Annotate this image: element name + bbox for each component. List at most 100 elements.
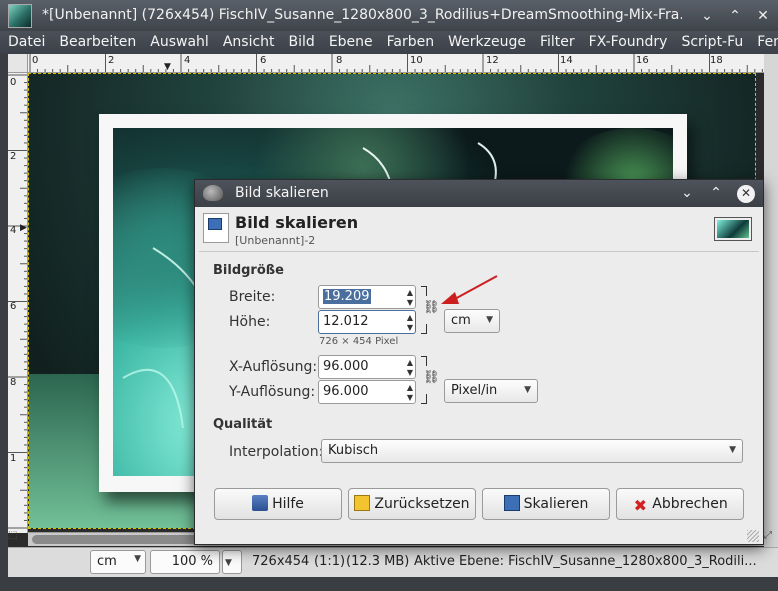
- ruler-label: 12: [486, 55, 499, 66]
- status-active-layer: Aktive Ebene: FischIV_Susanne_1280x800_3…: [414, 554, 757, 569]
- spin-down-icon[interactable]: ▼: [407, 393, 413, 402]
- unit-value: cm: [97, 554, 117, 569]
- chevron-down-icon: ▼: [729, 445, 736, 455]
- spin-down-icon[interactable]: ▼: [407, 298, 413, 307]
- interpolation-dropdown[interactable]: Kubisch ▼: [321, 439, 743, 463]
- quick-mask-toggle-icon[interactable]: [8, 54, 28, 73]
- spin-down-icon[interactable]: ▼: [407, 368, 413, 377]
- resize-grip[interactable]: [747, 530, 759, 542]
- menu-farben[interactable]: Farben: [379, 31, 440, 50]
- dialog-maximize-icon[interactable]: ⌃: [706, 183, 726, 203]
- zoom-follow-icon[interactable]: ⤢: [764, 530, 772, 541]
- ruler-label: 2: [108, 55, 115, 66]
- close-icon[interactable]: ✕: [752, 5, 774, 27]
- help-icon: [252, 495, 269, 511]
- dialog-title: Bild skalieren: [235, 185, 329, 201]
- chain-link-icon[interactable]: ⛓: [421, 356, 440, 404]
- ruler-label: 1: [10, 453, 17, 464]
- height-input[interactable]: 12.012 ▲ ▼: [318, 310, 416, 334]
- minimize-icon[interactable]: ⌄: [696, 5, 718, 27]
- scale-image-dialog: Bild skalieren ⌄ ⌃ ✕ Bild skalieren [Unb…: [194, 179, 764, 545]
- interpolation-label: Interpolation:: [229, 444, 324, 460]
- zoom-input[interactable]: 100 %: [150, 550, 220, 574]
- menu-datei[interactable]: Datei: [0, 31, 51, 50]
- help-button[interactable]: Hilfe: [214, 488, 342, 520]
- reset-button-label: Zurücksetzen: [374, 496, 470, 512]
- menu-fx-foundry[interactable]: FX-Foundry: [581, 31, 674, 50]
- ruler-pointer-icon: ▶: [20, 223, 27, 233]
- ruler-label: 2: [10, 151, 17, 162]
- chevron-down-icon: ▼: [486, 315, 493, 325]
- width-label: Breite:: [229, 289, 276, 305]
- cancel-x-icon: ✖: [633, 496, 647, 515]
- width-input[interactable]: 19.209 ▲ ▼: [318, 285, 416, 309]
- menu-bild[interactable]: Bild: [281, 31, 321, 50]
- spin-up-icon[interactable]: ▲: [407, 288, 413, 297]
- section-quality: Qualität: [213, 417, 273, 432]
- navigate-icon[interactable]: ⬚: [8, 530, 17, 541]
- dialog-close-icon[interactable]: ✕: [737, 185, 755, 203]
- y-resolution-input[interactable]: 96.000 ▲ ▼: [318, 380, 416, 404]
- window-title: *[Unbenannt] (726x454) FischIV_Susanne_1…: [42, 7, 682, 23]
- reset-button[interactable]: Zurücksetzen: [348, 488, 476, 520]
- maximize-icon[interactable]: ⌃: [724, 5, 746, 27]
- menu-ebene[interactable]: Ebene: [321, 31, 379, 50]
- ruler-label: 14: [560, 55, 573, 66]
- ruler-label: 6: [10, 301, 17, 312]
- ruler-pointer-icon: ▼: [164, 62, 171, 72]
- cancel-button[interactable]: ✖ Abbrechen: [616, 488, 744, 520]
- menu-bearbeiten[interactable]: Bearbeiten: [51, 31, 142, 50]
- menu-auswahl[interactable]: Auswahl: [142, 31, 215, 50]
- menu-ansicht[interactable]: Ansicht: [215, 31, 281, 50]
- zoom-dropdown-button[interactable]: ▼: [222, 550, 242, 574]
- ruler-ticks-horizontal: [29, 54, 763, 72]
- unit-selector[interactable]: cm ▼: [90, 550, 146, 574]
- spin-down-icon[interactable]: ▼: [407, 323, 413, 332]
- menu-filter[interactable]: Filter: [532, 31, 581, 50]
- scale-button[interactable]: Skalieren: [482, 488, 610, 520]
- size-unit-value: cm: [451, 313, 471, 328]
- ruler-label: 0: [32, 55, 39, 66]
- scale-icon: [503, 495, 520, 511]
- height-label: Höhe:: [229, 314, 271, 330]
- spin-up-icon[interactable]: ▲: [407, 358, 413, 367]
- ruler-label: 8: [10, 377, 17, 388]
- help-button-label: Hilfe: [272, 496, 304, 512]
- menu-script-fu[interactable]: Script-Fu: [673, 31, 749, 50]
- dialog-minimize-icon[interactable]: ⌄: [677, 183, 697, 203]
- chevron-down-icon: ▼: [524, 385, 531, 395]
- gimp-wilber-icon: [203, 185, 223, 201]
- window-titlebar[interactable]: *[Unbenannt] (726x454) FischIV_Susanne_1…: [0, 0, 778, 31]
- resolution-unit-dropdown[interactable]: Pixel/in ▼: [444, 379, 538, 403]
- red-annotation-arrow: [441, 275, 498, 304]
- size-unit-dropdown[interactable]: cm ▼: [444, 309, 500, 333]
- y-resolution-value: 96.000: [323, 384, 369, 399]
- x-resolution-label: X-Auflösung:: [229, 359, 318, 375]
- menu-werkzeuge[interactable]: Werkzeuge: [440, 31, 532, 50]
- dialog-titlebar[interactable]: Bild skalieren ⌄ ⌃ ✕: [195, 180, 763, 207]
- ruler-label: 0: [10, 77, 17, 88]
- ruler-label: 18: [710, 55, 723, 66]
- vertical-scrollbar[interactable]: [764, 54, 778, 549]
- scale-button-label: Skalieren: [523, 496, 589, 512]
- cancel-button-label: Abbrechen: [652, 496, 728, 512]
- interpolation-value: Kubisch: [328, 443, 379, 458]
- taskbar-edge: [0, 577, 778, 591]
- chain-link-icon[interactable]: ⛓: [421, 286, 440, 334]
- image-thumbnail-icon: [8, 4, 32, 28]
- image-preview-thumbnail: [714, 217, 752, 241]
- status-zoom-ratio: (1:1): [314, 554, 346, 569]
- status-image-size: 726x454: [252, 554, 310, 569]
- ruler-label: 10: [410, 55, 423, 66]
- horizontal-ruler[interactable]: 0 2 4 6 8 10 12 14 16 18 ▼: [28, 54, 764, 73]
- menu-fenster[interactable]: Fenst: [749, 31, 778, 50]
- dialog-header-subtitle: [Unbenannt]-2: [235, 234, 316, 247]
- scale-image-icon: [203, 213, 229, 243]
- height-value: 12.012: [323, 314, 369, 329]
- ruler-label: 6: [260, 55, 267, 66]
- ruler-label: 4: [184, 55, 191, 66]
- x-resolution-input[interactable]: 96.000 ▲ ▼: [318, 355, 416, 379]
- spin-up-icon[interactable]: ▲: [407, 313, 413, 322]
- spin-up-icon[interactable]: ▲: [407, 383, 413, 392]
- vertical-ruler[interactable]: 0 2 4 6 8 1 ▶: [8, 73, 28, 533]
